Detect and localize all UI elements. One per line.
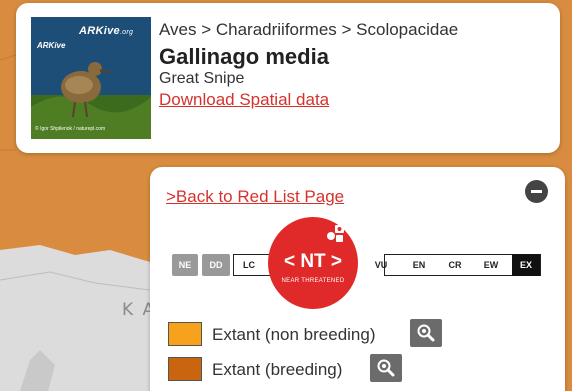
download-spatial-data-link[interactable]: Download Spatial data (159, 90, 329, 110)
status-name: NEAR THREATENED (281, 278, 345, 284)
status-code: < NT > (283, 251, 343, 272)
collapse-button[interactable] (525, 180, 548, 203)
status-panel: >Back to Red List Page NE DD LC VU EN CR… (150, 167, 565, 391)
category-dd: DD (202, 254, 230, 276)
category-ew: EW (483, 260, 499, 270)
category-cr: CR (448, 260, 462, 270)
current-status-badge[interactable]: < NT > NEAR THREATENED (268, 217, 358, 309)
photo-credit: © Igor Shpilenok / naturepl.com (35, 126, 106, 132)
species-thumbnail[interactable]: ARKive.org ARKive © Igor Shpilenok / nat… (31, 17, 151, 139)
magnifier-icon (377, 359, 395, 377)
category-vu: VU (374, 260, 388, 270)
category-ne: NE (172, 254, 198, 276)
legend-swatch-non-breeding (168, 322, 202, 346)
status-icon (327, 225, 344, 242)
category-lc: LC (243, 260, 255, 270)
common-name: Great Snipe (159, 70, 245, 87)
legend-label-breeding: Extant (breeding) (212, 360, 343, 379)
legend-label-non-breeding: Extant (non breeding) (212, 325, 376, 344)
legend-swatch-breeding (168, 357, 202, 381)
arkive-logo: ARKive.org (79, 25, 134, 37)
arkive-small-logo: ARKive (37, 41, 66, 50)
scientific-name: Gallinago media (159, 44, 329, 69)
category-en: EN (412, 260, 426, 270)
species-card: ARKive.org ARKive © Igor Shpilenok / nat… (16, 3, 560, 153)
category-ex: EX (512, 254, 540, 276)
back-to-red-list-link[interactable]: >Back to Red List Page (166, 187, 344, 207)
zoom-non-breeding-button[interactable] (410, 319, 442, 347)
magnifier-icon (417, 324, 435, 342)
zoom-breeding-button[interactable] (370, 354, 402, 382)
taxonomy-breadcrumb: Aves > Charadriiformes > Scolopacidae (159, 20, 459, 39)
